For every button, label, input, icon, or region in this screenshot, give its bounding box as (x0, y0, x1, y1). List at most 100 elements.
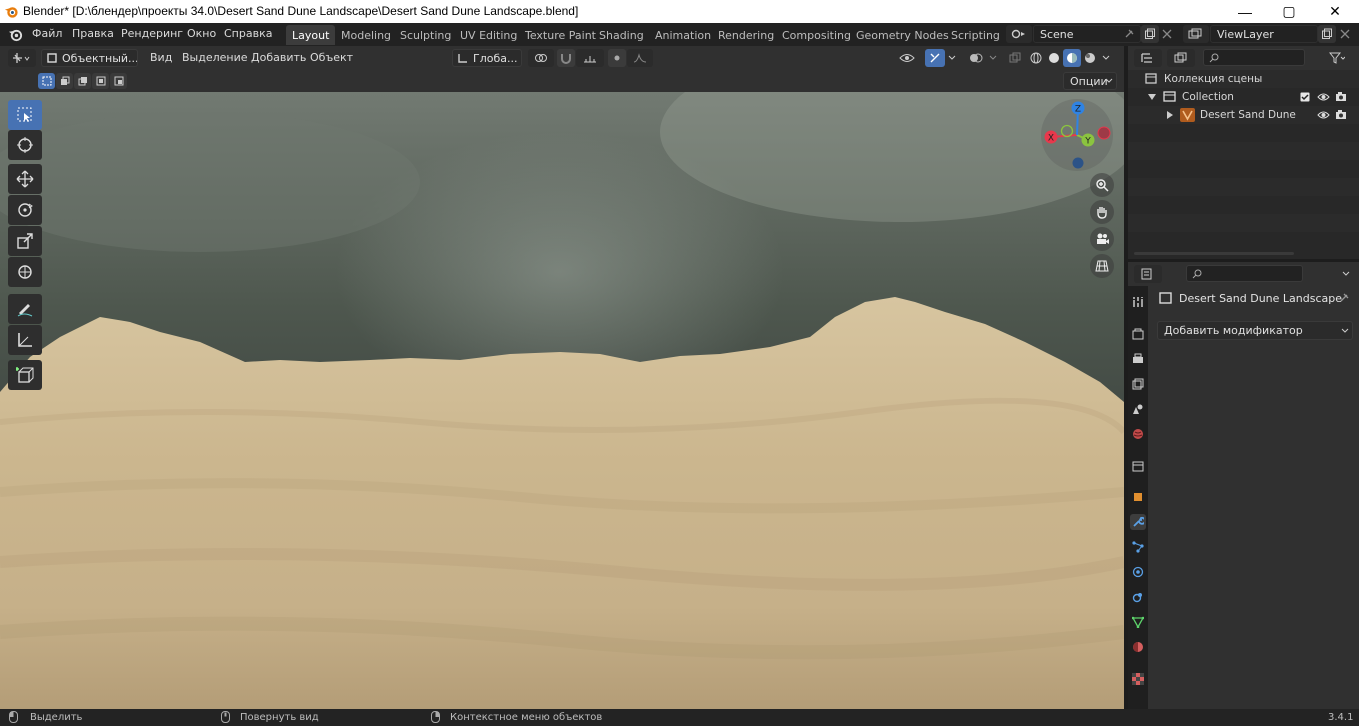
expand-arrow-icon[interactable] (1167, 111, 1173, 119)
add-modifier-dropdown[interactable]: Добавить модификатор (1157, 321, 1353, 340)
tab-shading[interactable]: Shading (593, 25, 650, 45)
properties-editor-type-button[interactable] (1134, 265, 1162, 283)
filter-button[interactable] (1322, 49, 1352, 67)
outliner-row-object[interactable]: Desert Sand Dune Landscape (1128, 106, 1359, 124)
maximize-button[interactable]: ▢ (1266, 0, 1312, 23)
tool-cursor[interactable] (8, 130, 42, 160)
menu-edit[interactable]: Правка (72, 27, 114, 40)
tab-animation[interactable]: Animation (649, 25, 717, 45)
pin-icon[interactable] (1338, 292, 1350, 304)
tab-tool[interactable] (1130, 294, 1146, 310)
tab-rendering[interactable]: Rendering (712, 25, 780, 45)
overlays-dropdown[interactable] (986, 49, 1000, 67)
menu-file[interactable]: Файл (32, 27, 62, 40)
zoom-button[interactable] (1090, 173, 1114, 197)
close-window-button[interactable]: ✕ (1312, 0, 1358, 23)
tool-select-box[interactable] (8, 100, 42, 130)
select-mode-extend-button[interactable] (56, 73, 73, 89)
editor-type-button[interactable] (8, 49, 36, 67)
tab-texture-paint[interactable]: Texture Paint (519, 25, 602, 45)
display-mode-button[interactable] (1167, 49, 1195, 67)
outliner-editor-type-button[interactable] (1134, 49, 1162, 67)
properties-search-input[interactable] (1186, 265, 1303, 282)
perspective-toggle-button[interactable] (1090, 254, 1114, 278)
tab-texture[interactable] (1130, 671, 1146, 687)
scene-pin-icon[interactable] (1120, 25, 1138, 43)
gizmo-dropdown[interactable] (945, 49, 959, 67)
blender-menu-icon[interactable] (8, 27, 23, 42)
tab-compositing[interactable]: Compositing (776, 25, 857, 45)
tab-scene[interactable] (1130, 401, 1146, 417)
tab-modifiers[interactable] (1130, 514, 1146, 530)
shading-solid-button[interactable] (1045, 49, 1063, 67)
tab-world[interactable] (1130, 426, 1146, 442)
properties-options-dropdown[interactable] (1338, 265, 1354, 283)
tab-uv-editing[interactable]: UV Editing (454, 25, 523, 45)
select-mode-intersect-button[interactable] (110, 73, 127, 89)
eye-icon[interactable] (1317, 110, 1330, 120)
select-mode-invert-button[interactable] (92, 73, 109, 89)
tab-layout[interactable]: Layout (286, 25, 336, 45)
mode-dropdown[interactable]: Объектный... (41, 49, 138, 67)
pan-button[interactable] (1090, 200, 1114, 224)
overlays-toggle-button[interactable] (966, 49, 986, 67)
select-mode-subtract-button[interactable] (74, 73, 91, 89)
pivot-point-button[interactable] (528, 49, 554, 67)
snap-toggle-button[interactable] (557, 49, 575, 67)
proportional-falloff-button[interactable] (627, 49, 653, 67)
outliner-scrollbar[interactable] (1134, 252, 1294, 255)
outliner-row-collection[interactable]: Collection (1128, 88, 1359, 106)
scene-browse-button[interactable] (1006, 25, 1032, 43)
xray-toggle-button[interactable] (1006, 49, 1024, 67)
tab-render[interactable] (1130, 326, 1146, 342)
tool-measure[interactable] (8, 325, 42, 355)
eye-icon[interactable] (1317, 92, 1330, 102)
camera-view-button[interactable] (1090, 227, 1114, 251)
tab-material[interactable] (1130, 639, 1146, 655)
tool-rotate[interactable] (8, 195, 42, 225)
shading-wireframe-button[interactable] (1027, 49, 1045, 67)
proportional-edit-button[interactable] (608, 49, 626, 67)
collection-checkbox-icon[interactable] (1300, 92, 1310, 102)
menu-object[interactable]: Объект (310, 51, 353, 64)
tab-modeling[interactable]: Modeling (335, 25, 397, 45)
shading-rendered-button[interactable] (1081, 49, 1099, 67)
render-camera-icon[interactable] (1335, 91, 1347, 102)
viewlayer-name-field[interactable]: ViewLayer (1210, 25, 1318, 43)
delete-scene-icon[interactable] (1158, 25, 1176, 43)
navigation-gizmo[interactable]: X Y Z (1040, 98, 1114, 172)
select-mode-new-button[interactable] (38, 73, 55, 89)
shading-material-button[interactable] (1063, 49, 1081, 67)
tab-scripting[interactable]: Scripting (945, 25, 1006, 45)
tool-add-cube[interactable] (8, 360, 42, 390)
render-camera-icon[interactable] (1335, 109, 1347, 120)
new-scene-icon[interactable] (1141, 25, 1159, 43)
tool-scale[interactable] (8, 226, 42, 256)
tab-geometry-nodes[interactable]: Geometry Nodes (850, 25, 955, 45)
minimize-button[interactable]: — (1222, 0, 1268, 23)
tab-view-layer[interactable] (1130, 376, 1146, 392)
tool-annotate[interactable] (8, 294, 42, 324)
tab-output[interactable] (1130, 351, 1146, 367)
menu-help[interactable]: Справка (224, 27, 272, 40)
menu-select[interactable]: Выделение (182, 51, 248, 64)
menu-render[interactable]: Рендеринг (121, 27, 183, 40)
outliner-search-input[interactable] (1203, 49, 1305, 66)
tab-collection[interactable] (1130, 458, 1146, 474)
tab-particles[interactable] (1130, 539, 1146, 555)
3d-viewport[interactable]: X Y Z (0, 92, 1124, 709)
menu-add[interactable]: Добавить (251, 51, 306, 64)
tab-object[interactable] (1130, 489, 1146, 505)
new-viewlayer-icon[interactable] (1318, 25, 1336, 43)
transform-orientation-dropdown[interactable]: Глоба... (452, 49, 522, 67)
tab-sculpting[interactable]: Sculpting (394, 25, 457, 45)
tool-transform[interactable] (8, 257, 42, 287)
shading-dropdown[interactable] (1099, 49, 1113, 67)
menu-window[interactable]: Окно (187, 27, 216, 40)
viewlayer-browse-button[interactable] (1183, 25, 1209, 43)
visibility-dropdown[interactable] (894, 49, 920, 67)
outliner-row-scene-collection[interactable]: Коллекция сцены (1128, 70, 1359, 88)
gizmo-toggle-button[interactable] (925, 49, 945, 67)
menu-view[interactable]: Вид (150, 51, 172, 64)
delete-viewlayer-icon[interactable] (1336, 25, 1354, 43)
